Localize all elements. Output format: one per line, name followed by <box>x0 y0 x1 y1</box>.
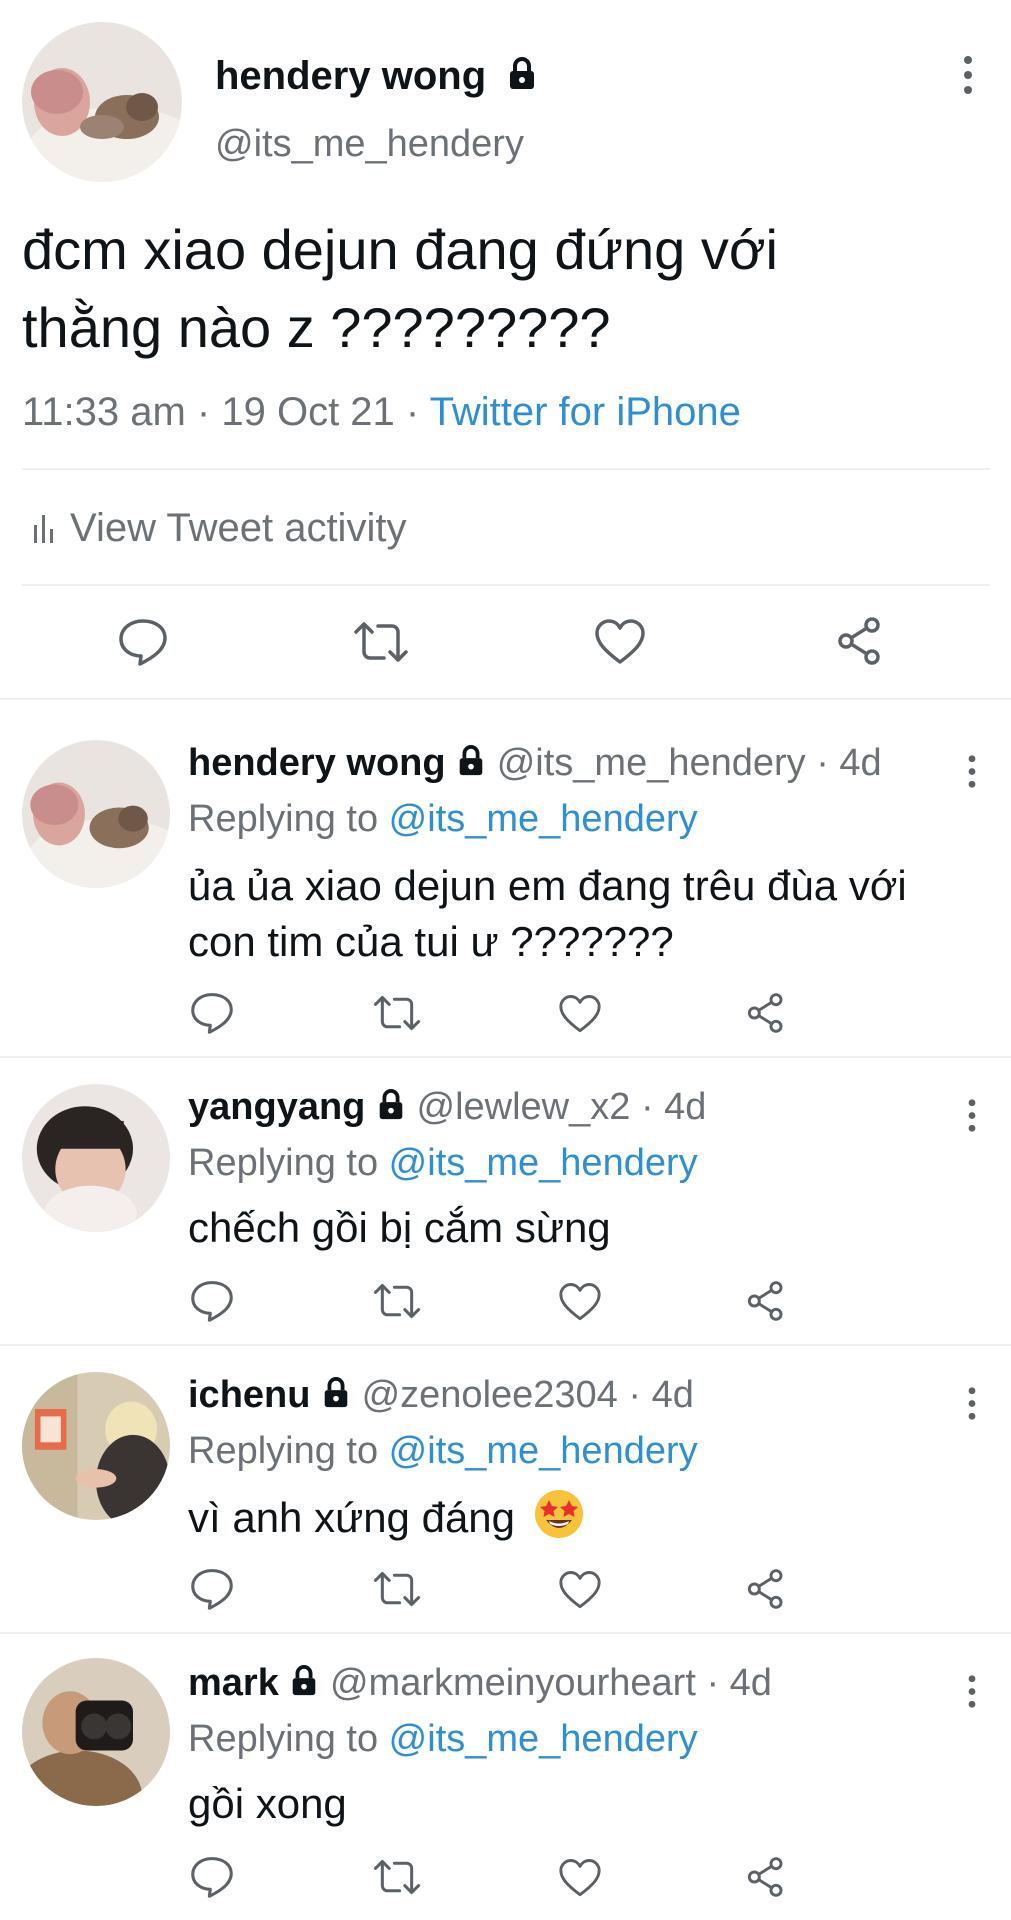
retweet-icon[interactable] <box>372 1570 422 1608</box>
replying-handle-link[interactable]: @its_me_hendery <box>389 1142 698 1184</box>
reply-avatar[interactable] <box>22 1658 170 1806</box>
reply-header: hendery wong @its_me_hendery · 4d <box>188 740 882 788</box>
divider <box>22 468 990 470</box>
more-vertical-icon[interactable] <box>958 56 978 101</box>
replying-prefix: Replying to <box>188 1142 389 1184</box>
reply-text-line1: vì anh xứng đáng <box>188 1488 988 1554</box>
retweet-icon[interactable] <box>372 994 422 1032</box>
reply-icon[interactable] <box>190 1568 234 1610</box>
reply-divider <box>0 1344 1011 1346</box>
reply-icon[interactable] <box>118 618 168 666</box>
tweet-meta: 11:33 am · 19 Oct 21 · Twitter for iPhon… <box>22 386 741 438</box>
share-icon[interactable] <box>746 1568 786 1610</box>
retweet-icon[interactable] <box>372 1282 422 1320</box>
reply-text-line1: ủa ủa xiao dejun em đang trêu đùa với <box>188 862 907 909</box>
heart-icon[interactable] <box>558 1282 602 1322</box>
reply-divider <box>0 1632 1011 1634</box>
reply-author-name[interactable]: hendery wong <box>188 742 446 784</box>
reply-avatar[interactable] <box>22 1372 170 1520</box>
lock-icon <box>507 52 537 104</box>
divider <box>22 584 990 586</box>
reply-text: vì anh xứng đáng <box>188 1494 516 1542</box>
heart-icon[interactable] <box>594 618 646 666</box>
more-vertical-icon[interactable] <box>964 755 981 793</box>
reply-icon[interactable] <box>190 1280 234 1322</box>
replying-prefix: Replying to <box>188 1718 389 1760</box>
reply-text-line1: chếch gồi bị cắm sừng <box>188 1204 611 1251</box>
retweet-icon[interactable] <box>352 620 410 664</box>
tweet-source-link[interactable]: Twitter for iPhone <box>430 390 741 434</box>
activity-label[interactable]: View Tweet activity <box>70 506 406 550</box>
retweet-icon[interactable] <box>372 1858 422 1896</box>
reply-text-line2: con tim của tui ư ??????? <box>188 918 674 965</box>
heart-icon[interactable] <box>558 1858 602 1898</box>
replying-prefix: Replying to <box>188 798 389 840</box>
lock-icon <box>376 1086 406 1132</box>
reply-author-name[interactable]: ichenu <box>188 1374 310 1416</box>
share-icon[interactable] <box>746 992 786 1034</box>
reply-handle-time: @zenolee2304 · 4d <box>361 1374 694 1416</box>
tweet-timestamp: 11:33 am · 19 Oct 21 · <box>22 390 430 434</box>
reply-divider <box>0 1056 1011 1058</box>
author-name[interactable]: hendery wong <box>215 54 486 98</box>
heart-icon[interactable] <box>558 1570 602 1610</box>
replying-handle-link[interactable]: @its_me_hendery <box>389 1430 698 1472</box>
share-icon[interactable] <box>836 616 884 666</box>
more-vertical-icon[interactable] <box>964 1675 981 1713</box>
tweet-text-line2: thằng nào z ????????? <box>22 296 611 359</box>
replying-to: Replying to @its_me_hendery <box>188 1140 698 1186</box>
heart-icon[interactable] <box>558 994 602 1034</box>
reply-handle-time: @its_me_hendery · 4d <box>496 742 882 784</box>
reply-handle-time: @markmeinyourheart · 4d <box>329 1662 772 1704</box>
author-handle[interactable]: @its_me_hendery <box>215 120 524 168</box>
tweet-text-line1: đcm xiao dejun đang đứng với <box>22 218 778 281</box>
reply-header: mark @markmeinyourheart · 4d <box>188 1660 772 1708</box>
replying-handle-link[interactable]: @its_me_hendery <box>389 1718 698 1760</box>
more-vertical-icon[interactable] <box>964 1099 981 1137</box>
reply-header: ichenu @zenolee2304 · 4d <box>188 1372 694 1420</box>
reply-icon[interactable] <box>190 992 234 1034</box>
reply-text-line1: gồi xong <box>188 1780 347 1827</box>
reply-icon[interactable] <box>190 1856 234 1898</box>
replying-to: Replying to @its_me_hendery <box>188 1716 698 1762</box>
replying-to: Replying to @its_me_hendery <box>188 796 698 842</box>
lock-icon <box>456 742 486 788</box>
share-icon[interactable] <box>746 1856 786 1898</box>
replying-handle-link[interactable]: @its_me_hendery <box>389 798 698 840</box>
reply-author-name[interactable]: mark <box>188 1662 279 1704</box>
reply-handle-time: @lewlew_x2 · 4d <box>416 1086 707 1128</box>
bar-chart-icon <box>32 504 56 556</box>
reply-avatar[interactable] <box>22 740 170 888</box>
view-activity-button[interactable]: View Tweet activity <box>32 502 406 556</box>
lock-icon <box>321 1374 351 1420</box>
reply-author-name[interactable]: yangyang <box>188 1086 365 1128</box>
reply-header: yangyang @lewlew_x2 · 4d <box>188 1084 706 1132</box>
lock-icon <box>289 1662 319 1708</box>
main-author-name-row[interactable]: hendery wong <box>215 50 537 104</box>
more-vertical-icon[interactable] <box>964 1387 981 1425</box>
star-struck-emoji <box>533 1488 585 1554</box>
replying-to: Replying to @its_me_hendery <box>188 1428 698 1474</box>
share-icon[interactable] <box>746 1280 786 1322</box>
reply-avatar[interactable] <box>22 1084 170 1232</box>
section-divider <box>0 698 1011 700</box>
replying-prefix: Replying to <box>188 1430 389 1472</box>
main-author-avatar[interactable] <box>22 22 182 182</box>
